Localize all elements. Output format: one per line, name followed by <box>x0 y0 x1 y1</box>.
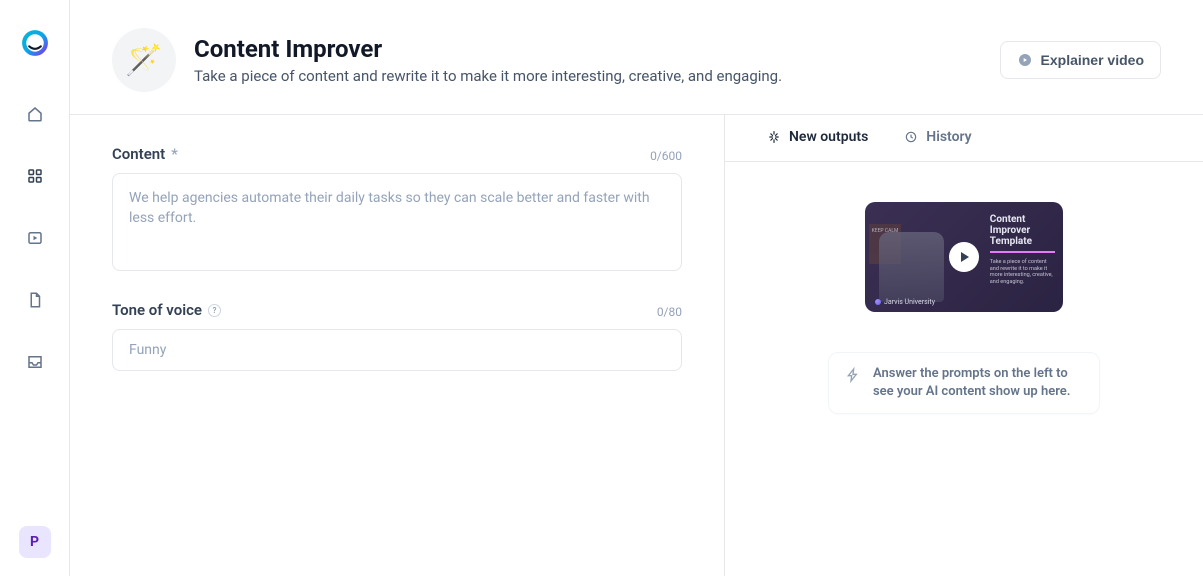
page-title: Content Improver <box>194 35 982 63</box>
tone-label: Tone of voice <box>112 301 202 319</box>
video-card-title: Content Improver Template <box>990 214 1055 253</box>
tab-new-outputs[interactable]: New outputs <box>749 115 886 161</box>
required-mark: * <box>171 145 178 163</box>
nav-documents[interactable] <box>15 280 55 320</box>
nav-home[interactable] <box>15 94 55 134</box>
sparkle-icon <box>767 130 781 144</box>
content-field-group: Content * 0/600 <box>112 145 682 275</box>
tone-input[interactable] <box>112 329 682 371</box>
nav-inbox[interactable] <box>15 342 55 382</box>
output-body: KEEP CALM Content Improver Template Take… <box>725 162 1203 576</box>
tab-history-label: History <box>926 129 971 145</box>
output-panel: New outputs History KEEP CALM <box>725 115 1203 576</box>
user-avatar[interactable]: P <box>19 526 51 558</box>
main-area: 🪄 Content Improver Take a piece of conte… <box>70 0 1203 576</box>
wand-icon: 🪄 <box>125 43 162 78</box>
tip-box: Answer the prompts on the left to see yo… <box>828 352 1100 414</box>
tone-field-group: Tone of voice ? 0/80 <box>112 301 682 371</box>
form-panel: Content * 0/600 Tone of voice ? 0/80 <box>70 115 725 576</box>
info-icon[interactable]: ? <box>208 304 221 317</box>
content-char-counter: 0/600 <box>650 149 682 163</box>
tip-text: Answer the prompts on the left to see yo… <box>873 365 1083 401</box>
header-text: Content Improver Take a piece of content… <box>194 35 982 85</box>
template-icon: 🪄 <box>112 28 176 92</box>
page-header: 🪄 Content Improver Take a piece of conte… <box>70 0 1203 114</box>
content-textarea[interactable] <box>112 173 682 271</box>
video-card-text: Content Improver Template Take a piece o… <box>984 202 1063 312</box>
explainer-video-card[interactable]: KEEP CALM Content Improver Template Take… <box>865 202 1063 312</box>
explainer-button-label: Explainer video <box>1041 52 1144 68</box>
output-tabs: New outputs History <box>725 115 1203 162</box>
play-circle-icon <box>1017 52 1033 68</box>
content-label: Content <box>112 145 165 163</box>
brand-dot-icon <box>875 299 881 305</box>
tab-history[interactable]: History <box>886 115 989 161</box>
video-card-subtitle: Take a piece of content and rewrite it t… <box>990 259 1055 285</box>
video-card-footer: Jarvis University <box>875 298 935 306</box>
tone-char-counter: 0/80 <box>657 305 682 319</box>
video-card-footer-text: Jarvis University <box>884 298 935 306</box>
sidebar: P <box>0 0 70 576</box>
tab-new-outputs-label: New outputs <box>789 129 868 145</box>
play-icon <box>961 252 969 262</box>
page-subtitle: Take a piece of content and rewrite it t… <box>194 67 982 85</box>
lightning-icon <box>845 367 861 383</box>
presenter-figure <box>879 232 944 302</box>
nav-templates[interactable] <box>15 156 55 196</box>
content-area: Content * 0/600 Tone of voice ? 0/80 <box>70 114 1203 576</box>
play-button[interactable] <box>949 242 979 272</box>
app-logo[interactable] <box>20 28 50 58</box>
clock-icon <box>904 130 918 144</box>
nav-video[interactable] <box>15 218 55 258</box>
explainer-video-button[interactable]: Explainer video <box>1000 41 1161 79</box>
